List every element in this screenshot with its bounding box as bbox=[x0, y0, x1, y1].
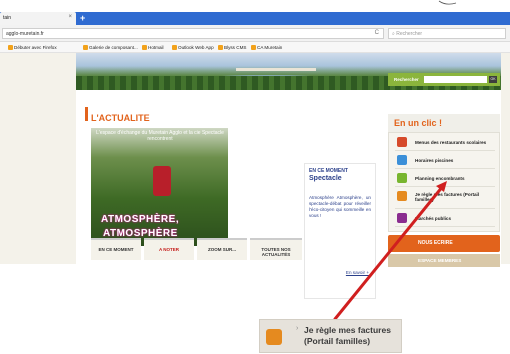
menu-icon bbox=[397, 137, 407, 147]
bookmark-item[interactable]: CA Muretain bbox=[251, 45, 282, 50]
url-bar[interactable]: agglo-muretain.fr C bbox=[2, 28, 384, 39]
close-tab-icon[interactable]: × bbox=[68, 14, 72, 20]
en-un-clic-header: En un clic ! bbox=[388, 114, 500, 132]
reload-icon[interactable]: C bbox=[375, 30, 379, 36]
moment-subtitle: Spectacle bbox=[309, 175, 342, 182]
tab-title: tain bbox=[3, 15, 12, 21]
site-search-bar: Rechercher OK bbox=[388, 73, 500, 86]
invoice-icon bbox=[397, 191, 407, 201]
pool-icon bbox=[397, 155, 407, 165]
actualite-title: L'ACTUALITE bbox=[91, 113, 150, 123]
poster-title-line1: ATMOSPHÈRE, bbox=[101, 214, 180, 225]
browser-tab[interactable]: tain × bbox=[0, 12, 76, 25]
bullet-icon: › bbox=[296, 325, 299, 332]
bookmark-item[interactable]: Blyss CMS bbox=[218, 45, 246, 50]
bookmark-item[interactable]: Débuter avec Firefox bbox=[8, 45, 57, 50]
quick-link-piscines[interactable]: Horaires piscines bbox=[395, 153, 495, 169]
performer-figure bbox=[153, 166, 171, 196]
nous-ecrire-button[interactable]: NOUS ECRIRE bbox=[388, 235, 500, 252]
bookmark-icon bbox=[142, 45, 147, 50]
bookmark-icon bbox=[83, 45, 88, 50]
actualite-photo[interactable]: L'espace d'échange du Muretain Agglo et … bbox=[91, 128, 228, 246]
site-search-input[interactable] bbox=[424, 76, 487, 83]
browser-search-placeholder: Rechercher bbox=[396, 31, 423, 37]
bookmarks-bar: Débuter avec Firefox Galerie de composan… bbox=[0, 42, 510, 53]
zoomed-label-line1: Je règle mes factures bbox=[304, 325, 391, 335]
zoomed-label-line2: (Portail familles) bbox=[304, 336, 371, 346]
moment-heading: EN CE MOMENT bbox=[309, 168, 348, 174]
browser-search-input[interactable]: ⌕ Rechercher bbox=[388, 28, 506, 39]
quick-link-marches[interactable]: Marchés publics bbox=[395, 211, 495, 227]
moment-text: Atmosphère Atmosphère, un spectacle-déba… bbox=[309, 195, 371, 218]
nous-ecrire-label: NOUS ECRIRE bbox=[418, 240, 453, 246]
site-search-ok-button[interactable]: OK bbox=[489, 76, 497, 83]
invoice-icon bbox=[266, 329, 282, 345]
bookmark-icon bbox=[218, 45, 223, 50]
en-un-clic-title: En un clic ! bbox=[394, 118, 443, 128]
market-icon bbox=[397, 213, 407, 223]
truck-icon bbox=[397, 173, 407, 183]
quick-links-list: Menus des restaurants scolaires Horaires… bbox=[388, 132, 500, 232]
tab-zoom-sur[interactable]: ZOOM SUR... bbox=[197, 238, 247, 260]
espace-membres-button[interactable]: ESPACE MEMBRES bbox=[388, 254, 500, 267]
quick-link-menus[interactable]: Menus des restaurants scolaires bbox=[395, 135, 495, 151]
banner-bridge bbox=[236, 68, 316, 71]
photo-caption: L'espace d'échange du Muretain Agglo et … bbox=[96, 130, 224, 142]
zoomed-label: Je règle mes factures (Portail familles) bbox=[304, 325, 398, 347]
espace-membres-label: ESPACE MEMBRES bbox=[418, 258, 462, 263]
moment-more-link[interactable]: En savoir + bbox=[346, 270, 369, 275]
bookmark-icon bbox=[251, 45, 256, 50]
site-search-label: Rechercher bbox=[394, 77, 419, 82]
tab-toutes-actualites[interactable]: TOUTES NOS ACTUALITÉS bbox=[250, 238, 302, 260]
bookmark-item[interactable]: Hotmail bbox=[142, 45, 164, 50]
browser-tab-bar: tain × + bbox=[0, 12, 510, 25]
bookmark-icon bbox=[8, 45, 13, 50]
actualite-accent-bar bbox=[85, 107, 88, 121]
bookmark-item[interactable]: Galerie de composant... bbox=[83, 45, 138, 50]
zoomed-quick-link: › Je règle mes factures (Portail famille… bbox=[259, 319, 402, 353]
browser-nav-bar: agglo-muretain.fr C ⌕ Rechercher bbox=[0, 25, 510, 42]
tab-a-noter[interactable]: A NOTER bbox=[144, 238, 194, 260]
quick-link-factures[interactable]: Je règle mes factures (Portail familles) bbox=[395, 189, 495, 209]
scribble-mark bbox=[438, 0, 457, 5]
quick-link-encombrants[interactable]: Planning encombrants bbox=[395, 171, 495, 187]
url-text: agglo-muretain.fr bbox=[6, 31, 44, 37]
screenshot-root: tain × + agglo-muretain.fr C ⌕ Recherche… bbox=[0, 0, 510, 354]
new-tab-button[interactable]: + bbox=[80, 13, 85, 23]
bookmark-icon bbox=[172, 45, 177, 50]
tab-en-ce-moment[interactable]: EN CE MOMENT bbox=[91, 238, 141, 260]
bookmark-item[interactable]: Outlook Web App bbox=[172, 45, 214, 50]
moment-panel: EN CE MOMENT Spectacle Atmosphère Atmosp… bbox=[304, 163, 376, 299]
